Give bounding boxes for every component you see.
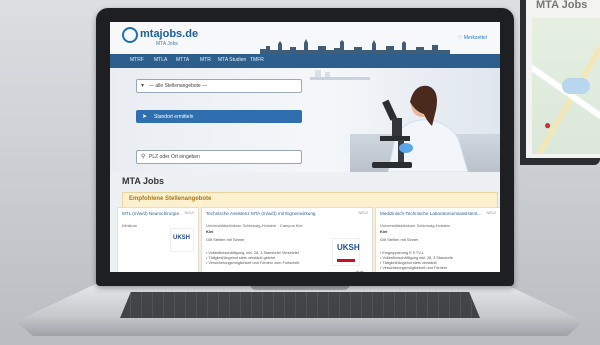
laptop-keyboard <box>120 292 480 318</box>
laptop-screen: mtajobs.de MTA Jobs ♡ Merkzettel MTRF MT… <box>110 22 500 272</box>
new-badge: NEU! <box>358 210 368 215</box>
zip-input[interactable]: ⚲ PLZ oder Ort eingeben <box>136 150 302 164</box>
recommended-jobs-panel: Empfohlene Stellenangebote NEU! MTL (m/w… <box>117 192 500 272</box>
job-card[interactable]: NEU! Technische Assistenz MTA (m/w/d) mi… <box>201 207 373 272</box>
map-water <box>562 78 590 94</box>
page-title: MTA Jobs <box>122 176 164 186</box>
job-employer: Universitätsklinikum Schleswig-Holstein <box>380 223 451 228</box>
nav-item-mtr[interactable]: MTR <box>200 57 211 63</box>
job-benefits: • Vollzeitbeschäftigung, inkl. 28, 3 Sta… <box>206 251 300 265</box>
notepad-link[interactable]: ♡ Merkzettel <box>458 35 487 41</box>
share-icon[interactable]: ⊕⊕ <box>356 270 364 272</box>
job-card[interactable]: NEU! MTL (m/w/d) Neurochirurgie Klinikum… <box>117 207 199 272</box>
nav-item-mtta[interactable]: MTTA <box>176 57 189 63</box>
job-title[interactable]: Technische Assistenz MTA (m/w/d) mit Eig… <box>206 211 346 217</box>
chevron-down-icon: ▾ <box>141 83 145 89</box>
site-header: mtajobs.de MTA Jobs ♡ Merkzettel <box>110 22 500 54</box>
site-logo[interactable]: mtajobs.de <box>140 28 198 40</box>
zip-input-placeholder: PLZ oder Ort eingeben <box>149 154 200 160</box>
job-employer: Klinikum <box>122 223 138 228</box>
job-title[interactable]: Medizinisch-Technische Laboratoriumsassi… <box>380 211 490 217</box>
site-logo-subtitle: MTA Jobs <box>156 41 178 47</box>
nav-item-mtrf[interactable]: MTRF <box>130 57 144 63</box>
new-badge: NEU! <box>184 210 194 215</box>
city-skyline-icon <box>260 39 450 54</box>
job-meta: Gilt Stellen mit Sinner <box>380 237 419 242</box>
job-employer: Universitätsklinikum Schleswig-Holstein … <box>206 223 303 228</box>
background-monitor: MTA Jobs ● <box>520 0 600 165</box>
uksh-logo-text: UKSH <box>337 243 360 252</box>
location-arrow-icon: ➤ <box>142 114 148 120</box>
nav-item-tmfr[interactable]: TMFR <box>250 57 264 63</box>
main-nav: MTRF MTLA MTTA MTR MTA Studien TMFR <box>110 54 500 68</box>
category-select-value: — alle Stellenangebote — <box>149 83 208 89</box>
locate-button[interactable]: ➤ Standort ermitteln <box>136 110 302 123</box>
job-card[interactable]: NEU! Medizinisch-Technische Laboratorium… <box>375 207 500 272</box>
logo-icon[interactable] <box>122 27 138 43</box>
lab-bench <box>350 134 500 172</box>
map-pin-icon: ● <box>544 118 552 132</box>
background-monitor-screen: MTA Jobs ● <box>526 0 600 158</box>
job-meta: Gilt Stellen mit Sinner <box>206 237 245 242</box>
background-monitor-title: MTA Jobs <box>536 0 588 11</box>
job-city: Kiel <box>206 229 214 234</box>
laptop-lid: mtajobs.de MTA Jobs ♡ Merkzettel MTRF MT… <box>96 8 514 286</box>
locate-button-label: Standort ermitteln <box>154 114 194 120</box>
employer-logo: UKSH <box>170 228 194 252</box>
map-marker-icon: ⚲ <box>141 154 146 160</box>
category-select[interactable]: ▾ — alle Stellenangebote — <box>136 79 302 93</box>
job-city: Kiel <box>380 229 388 234</box>
nav-item-mta-studien[interactable]: MTA Studien <box>218 57 246 63</box>
recommended-jobs-title: Empfohlene Stellenangebote <box>129 196 212 202</box>
employer-logo: UKSH <box>332 238 360 266</box>
job-benefits: • Eingruppierung E 9 TV-L • Vollzeitbesc… <box>380 251 453 270</box>
job-title[interactable]: MTL (m/w/d) Neurochirurgie <box>122 211 179 217</box>
nav-item-mtla[interactable]: MTLA <box>154 57 167 63</box>
background-map: ● <box>532 18 600 154</box>
